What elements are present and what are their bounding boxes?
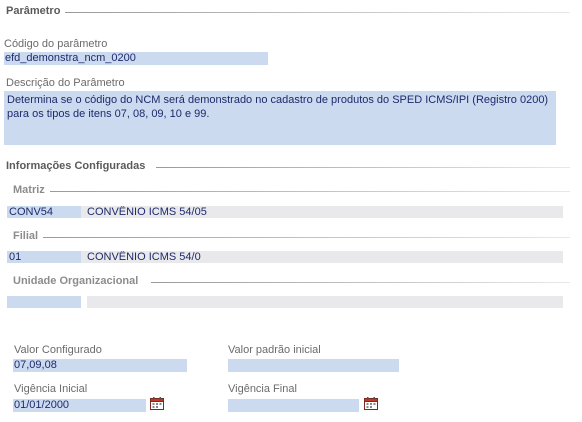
valor-configurado-field[interactable]: 07,09,08 bbox=[13, 359, 187, 372]
vigencia-inicial-label: Vigência Inicial bbox=[14, 383, 88, 395]
valor-padrao-label: Valor padrão inicial bbox=[228, 344, 321, 356]
filial-title: Filial bbox=[13, 230, 39, 242]
filial-description-field: CONVÊNIO ICMS 54/0 bbox=[81, 251, 563, 263]
descricao-parametro-label: Descrição do Parâmetro bbox=[6, 77, 125, 89]
unidade-code-field[interactable] bbox=[7, 296, 81, 308]
valor-padrao-field[interactable] bbox=[228, 359, 399, 372]
matriz-description-field: CONVÊNIO ICMS 54/05 bbox=[81, 206, 563, 218]
vigencia-final-field[interactable] bbox=[228, 399, 359, 412]
vigencia-inicial-field[interactable]: 01/01/2000 bbox=[13, 399, 146, 412]
unidade-description-field bbox=[87, 296, 563, 308]
valor-configurado-label: Valor Configurado bbox=[14, 344, 102, 356]
codigo-parametro-field[interactable]: efd_demonstra_ncm_0200 bbox=[4, 52, 268, 65]
parametro-section-title: Parâmetro bbox=[6, 5, 61, 17]
codigo-parametro-label: Código do parâmetro bbox=[4, 38, 108, 50]
matriz-title: Matriz bbox=[13, 184, 45, 196]
filial-code-field[interactable]: 01 bbox=[7, 251, 81, 263]
matriz-divider bbox=[50, 191, 570, 192]
unidade-organizacional-divider bbox=[151, 282, 570, 283]
filial-divider bbox=[43, 237, 570, 238]
matriz-code-field[interactable]: CONV54 bbox=[7, 206, 81, 218]
unidade-organizacional-title: Unidade Organizacional bbox=[13, 275, 139, 287]
parametro-divider bbox=[65, 12, 570, 13]
descricao-parametro-textarea[interactable]: Determina se o código do NCM será demons… bbox=[4, 91, 556, 145]
informacoes-divider bbox=[156, 167, 570, 168]
calendar-icon[interactable] bbox=[364, 397, 378, 410]
vigencia-final-label: Vigência Final bbox=[228, 383, 297, 395]
calendar-icon[interactable] bbox=[150, 397, 164, 410]
informacoes-section-title: Informações Configuradas bbox=[6, 160, 146, 172]
